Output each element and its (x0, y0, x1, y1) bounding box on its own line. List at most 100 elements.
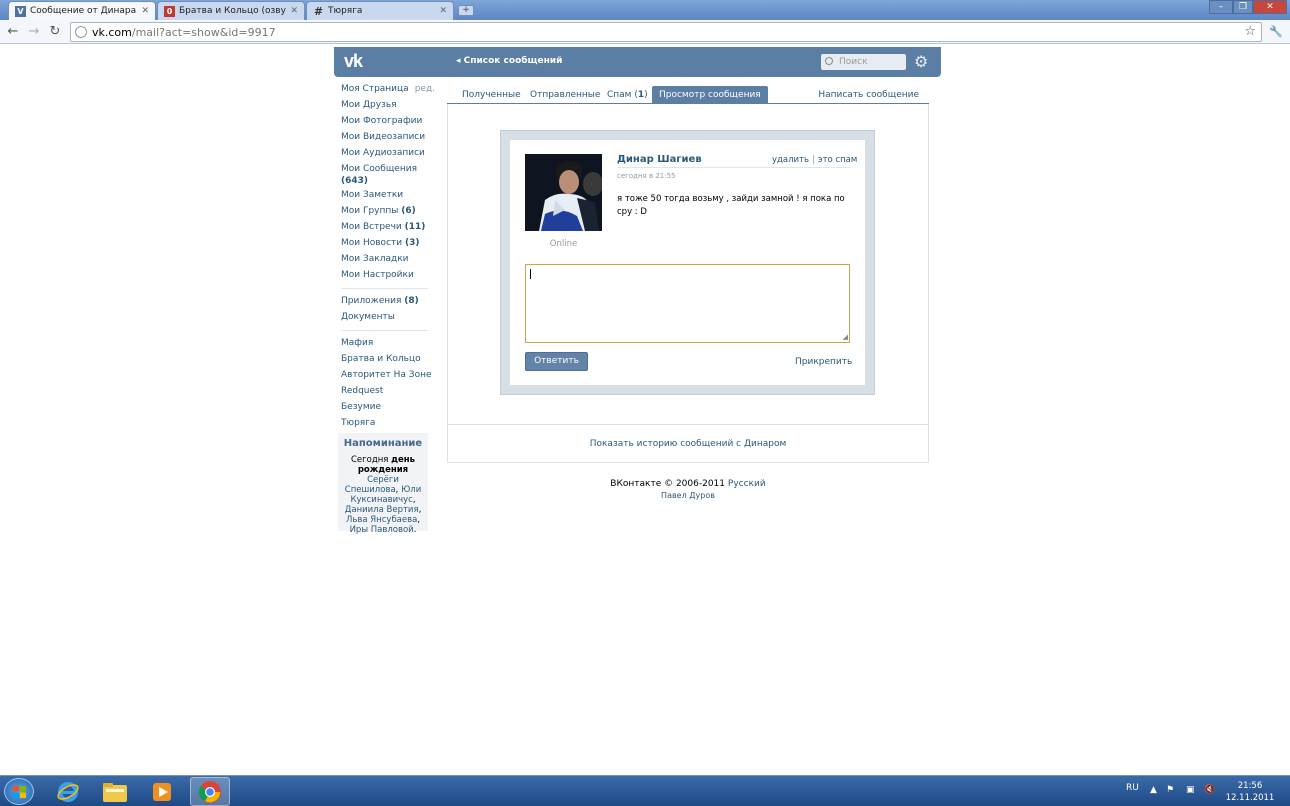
tab-view-message[interactable]: Просмотр сообщения (652, 86, 768, 104)
sidebar-item-label: Приложения (341, 296, 402, 306)
sidebar-item-app[interactable]: Братва и Кольцо (341, 353, 431, 369)
reply-button[interactable]: Ответить (525, 352, 588, 371)
sidebar-item-label: Мои Заметки (341, 190, 404, 200)
sidebar-item-friends[interactable]: Мои Друзья (341, 99, 431, 115)
tab-label: Спам (607, 90, 632, 100)
sidebar-item-messages[interactable]: Мои Сообщения (643) (341, 163, 431, 189)
sidebar-item-label: Мои Друзья (341, 100, 397, 110)
gear-icon[interactable]: ⚙ (914, 52, 928, 71)
language-link[interactable]: Русский (728, 479, 766, 489)
tab-label: Просмотр сообщения (659, 90, 761, 100)
volume-muted-icon[interactable]: 🔇 (1204, 785, 1215, 795)
sidebar-item-app[interactable]: Безумие (341, 401, 431, 417)
sidebar-item-label: Мои Аудиозаписи (341, 148, 425, 158)
new-tab-button[interactable]: + (458, 5, 474, 16)
tab-label: Тюряга (328, 6, 363, 16)
media-player-icon (153, 782, 171, 801)
sender-name[interactable]: Динар Шагиев (617, 154, 702, 165)
tab-inbox[interactable]: Полученные (455, 86, 528, 104)
sidebar-item-videos[interactable]: Мои Видеозаписи (341, 131, 431, 147)
globe-icon (75, 26, 87, 38)
chrome-icon (198, 780, 221, 803)
close-icon[interactable]: ✕ (439, 6, 447, 16)
reminder-box: Напоминание Сегодня день рождения Серёги… (338, 433, 428, 535)
footer: ВКонтакте © 2006-2011 Русский Павел Дуро… (447, 479, 929, 501)
browser-tab-turyaga[interactable]: # Тюряга ✕ (306, 1, 454, 20)
birthday-person-link[interactable]: Даниила Вертия (345, 505, 419, 515)
internet-explorer-icon (57, 781, 79, 802)
sidebar-item-groups[interactable]: Мои Группы (6) (341, 205, 431, 221)
sidebar-item-bookmarks[interactable]: Мои Закладки (341, 253, 431, 269)
star-icon[interactable]: ☆ (1244, 24, 1256, 39)
delete-link[interactable]: удалить (772, 155, 809, 165)
reply-textarea[interactable]: ◢ (525, 264, 850, 343)
hash-icon: # (313, 4, 324, 18)
minimize-button[interactable]: – (1209, 0, 1233, 14)
taskbar-explorer[interactable] (95, 777, 135, 806)
reminder-prefix: Сегодня (351, 455, 392, 465)
message-body: я тоже 50 тогда возьму , зайди замной ! … (617, 194, 845, 217)
sidebar-item-app[interactable]: Мафия (341, 337, 431, 353)
sidebar-item-audio[interactable]: Мои Аудиозаписи (341, 147, 431, 163)
sidebar-item-photos[interactable]: Мои Фотографии (341, 115, 431, 131)
wrench-icon[interactable]: 🔧 (1269, 25, 1283, 38)
sidebar-item-news[interactable]: Мои Новости (3) (341, 237, 431, 253)
spam-link[interactable]: это спам (818, 155, 857, 165)
caret-left-icon: ◂ (456, 56, 464, 66)
sidebar-item-app[interactable]: Тюряга (341, 417, 431, 433)
sidebar-item-app[interactable]: Redquest (341, 385, 431, 401)
attach-link[interactable]: Прикрепить (795, 357, 852, 367)
back-to-messages-link[interactable]: ◂ Список сообщений (456, 56, 562, 66)
birthday-person-link[interactable]: Серёги Спешилова (345, 475, 399, 495)
avatar[interactable] (525, 154, 602, 231)
taskbar-chrome[interactable] (190, 777, 230, 806)
browser-tab-bar: V Сообщение от Динара Ша ✕ 0 Братва и Ко… (0, 0, 1290, 20)
tab-sent[interactable]: Отправленные (523, 86, 607, 104)
divider (617, 167, 850, 168)
taskbar-ie[interactable] (48, 777, 88, 806)
taskbar-media-player[interactable] (142, 777, 182, 806)
birthday-person-link[interactable]: Льва Янсубаева (346, 515, 417, 525)
back-arrow-icon[interactable]: ← (5, 24, 21, 40)
sidebar-item-events[interactable]: Мои Встречи (11) (341, 221, 431, 237)
sidebar-item-settings[interactable]: Мои Настройки (341, 269, 431, 285)
show-hidden-icons-icon[interactable]: ▲ (1150, 785, 1157, 795)
message-history-link[interactable]: Показать историю сообщений с Динаром (447, 424, 929, 463)
sidebar-item-count: (11) (404, 222, 426, 232)
network-icon[interactable]: ▣ (1186, 785, 1195, 795)
sidebar-item-apps[interactable]: Приложения (8) (341, 295, 431, 311)
edit-link[interactable]: ред. (415, 84, 435, 94)
back-link-label: Список сообщений (463, 56, 563, 66)
reload-icon[interactable]: ↻ (47, 24, 63, 40)
close-window-button[interactable]: ✕ (1253, 0, 1287, 14)
left-menu: Моя Страница ред. Мои Друзья Мои Фотограф… (341, 83, 435, 433)
action-center-flag-icon[interactable]: ⚑ (1166, 785, 1174, 795)
sidebar-item-notes[interactable]: Мои Заметки (341, 189, 431, 205)
resize-grip-icon[interactable]: ◢ (843, 333, 848, 341)
start-button[interactable] (4, 778, 34, 805)
compose-message-link[interactable]: Написать сообщение (811, 86, 926, 104)
browser-tab-bratva[interactable]: 0 Братва и Кольцо (озвучен ✕ (157, 1, 305, 20)
copyright: ВКонтакте © 2006-2011 (610, 479, 726, 489)
language-indicator[interactable]: RU (1126, 783, 1139, 793)
maximize-button[interactable]: ❐ (1233, 0, 1253, 14)
browser-tab-message[interactable]: V Сообщение от Динара Ша ✕ (8, 1, 156, 20)
author-link[interactable]: Павел Дуров (447, 490, 929, 501)
compose-label: Написать сообщение (818, 90, 919, 100)
sidebar-item-my-page[interactable]: Моя Страница ред. (341, 83, 435, 99)
tab-label: Полученные (462, 90, 521, 100)
close-icon[interactable]: ✕ (290, 6, 298, 16)
sidebar-item-count: (6) (401, 206, 416, 216)
forward-arrow-icon[interactable]: → (26, 24, 42, 40)
sidebar-item-documents[interactable]: Документы (341, 311, 431, 327)
vk-logo[interactable]: vk (344, 51, 363, 72)
sidebar-item-label: Авторитет На Зоне (341, 370, 432, 380)
search-input[interactable]: Поиск (821, 54, 906, 70)
birthday-person-link[interactable]: Иры Павловой (350, 525, 414, 535)
sidebar-item-app[interactable]: Авторитет На Зоне (341, 369, 432, 385)
address-bar[interactable]: vk.com/mail?act=show&id=9917 ☆ (70, 22, 1262, 42)
app-favicon: 0 (164, 5, 175, 17)
close-icon[interactable]: ✕ (141, 6, 149, 16)
tab-spam[interactable]: Спам (1) (600, 86, 655, 104)
clock[interactable]: 21:56 12.11.2011 (1222, 780, 1278, 804)
